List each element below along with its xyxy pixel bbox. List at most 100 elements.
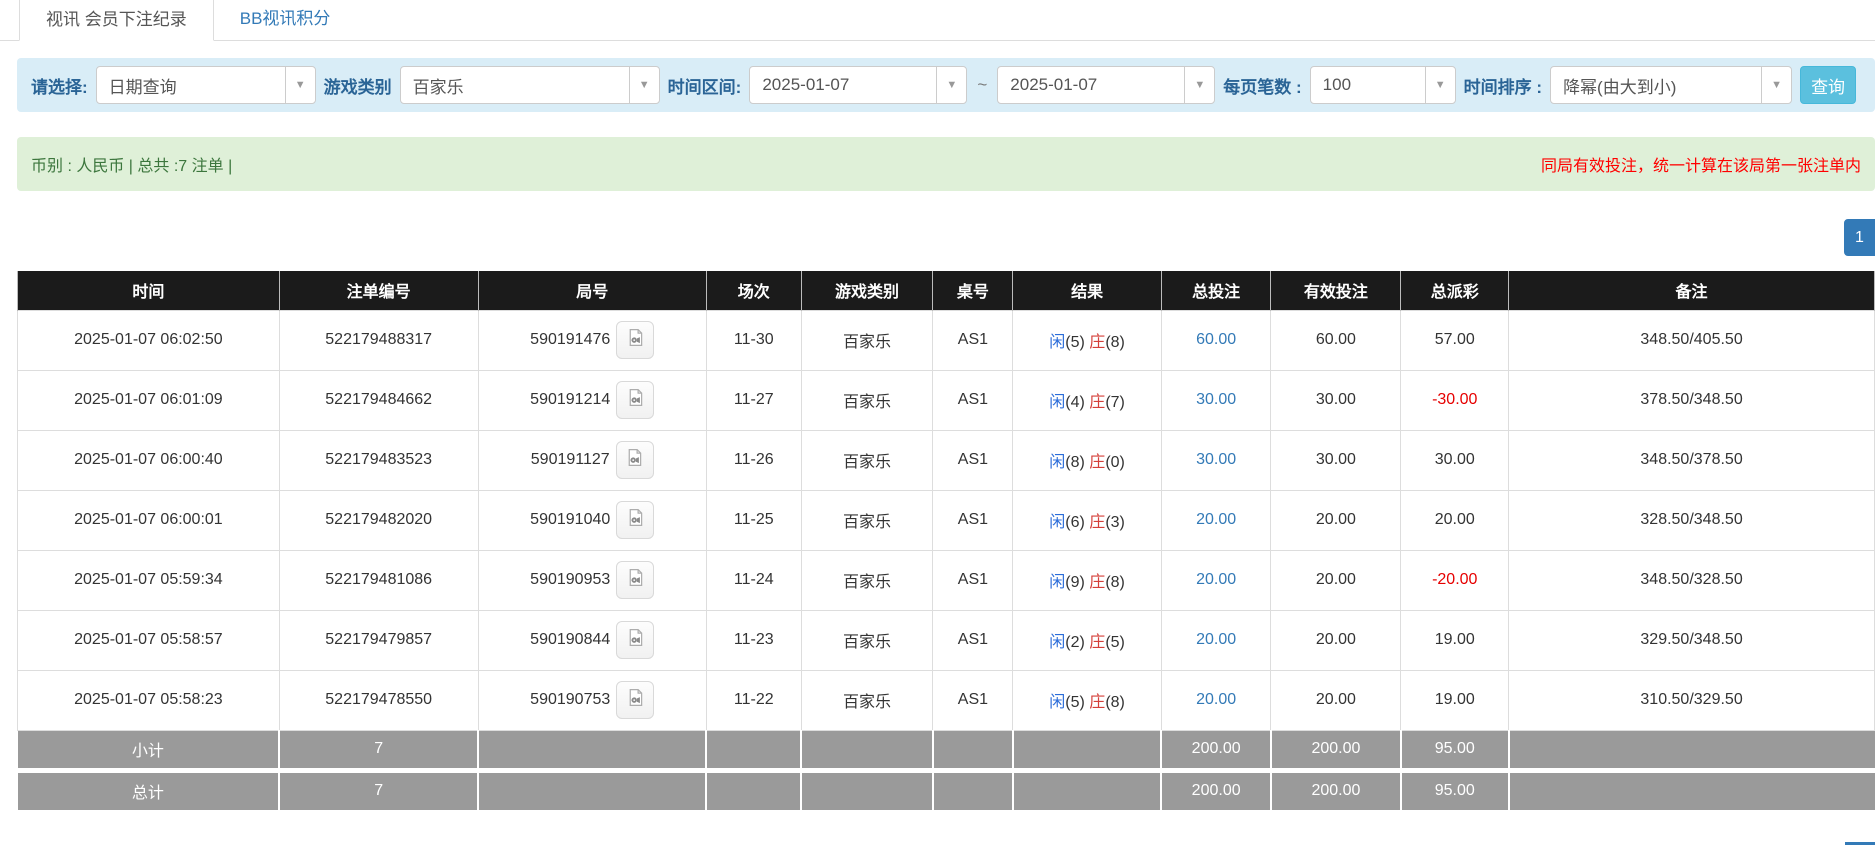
per-page-dropdown[interactable]: 100 ▼ bbox=[1310, 66, 1456, 104]
table-row: 2025-01-07 05:59:34522179481086590190953… bbox=[18, 550, 1875, 610]
cell-time: 2025-01-07 05:59:34 bbox=[18, 550, 280, 610]
round-id-wrap: 590191476 bbox=[530, 321, 654, 359]
search-button[interactable]: 查询 bbox=[1800, 66, 1856, 104]
empty bbox=[1013, 730, 1162, 770]
cell-valid-bet: 20.00 bbox=[1271, 670, 1401, 730]
chevron-down-icon: ▼ bbox=[1761, 67, 1791, 103]
cell-bet-id: 522179484662 bbox=[279, 370, 478, 430]
cell-bet-id: 522179478550 bbox=[279, 670, 478, 730]
cell-payout: 19.00 bbox=[1401, 610, 1509, 670]
total-label: 总计 bbox=[18, 770, 280, 810]
cell-result: 闲(5) 庄(8) bbox=[1013, 670, 1162, 730]
payout-value: -30.00 bbox=[1432, 391, 1477, 408]
query-type-dropdown[interactable]: 日期查询 ▼ bbox=[96, 66, 316, 104]
cell-valid-bet: 60.00 bbox=[1271, 310, 1401, 370]
video-replay-button[interactable] bbox=[616, 621, 654, 659]
tab-bb-video-points[interactable]: BB视讯积分 bbox=[214, 0, 357, 40]
total-bet-link[interactable]: 20.00 bbox=[1196, 511, 1236, 528]
cell-note: 378.50/348.50 bbox=[1509, 370, 1875, 430]
round-id: 590191476 bbox=[530, 331, 610, 349]
result-banker-label: 庄 bbox=[1089, 574, 1105, 591]
date-to-dropdown[interactable]: 2025-01-07 ▼ bbox=[997, 66, 1215, 104]
table-row: 2025-01-07 06:01:09522179484662590191214… bbox=[18, 370, 1875, 430]
payout-value: 19.00 bbox=[1435, 691, 1475, 708]
round-id-wrap: 590191127 bbox=[531, 441, 654, 479]
result-banker-score: (7) bbox=[1105, 394, 1125, 411]
total-bet-link[interactable]: 20.00 bbox=[1196, 691, 1236, 708]
video-file-icon bbox=[625, 627, 646, 653]
cell-valid-bet: 20.00 bbox=[1271, 610, 1401, 670]
page-1-button[interactable]: 1 bbox=[1844, 219, 1875, 256]
result-player-label: 闲 bbox=[1049, 514, 1065, 531]
table-row: 2025-01-07 06:02:50522179488317 590191476… bbox=[18, 310, 1875, 370]
game-category-dropdown[interactable]: 百家乐 ▼ bbox=[400, 66, 660, 104]
cell-game: 百家乐 bbox=[801, 430, 933, 490]
column-header: 有效投注 bbox=[1271, 271, 1401, 310]
total-bet-link[interactable]: 20.00 bbox=[1196, 571, 1236, 588]
cell-total-bet: 60.00 bbox=[1161, 310, 1271, 370]
cell-bet-id: 522179488317 bbox=[279, 310, 478, 370]
total-bet-link[interactable]: 60.00 bbox=[1196, 331, 1236, 348]
cell-note: 310.50/329.50 bbox=[1509, 670, 1875, 730]
cell-note: 348.50/405.50 bbox=[1509, 310, 1875, 370]
cell-time: 2025-01-07 06:02:50 bbox=[18, 310, 280, 370]
cell-table-no: AS1 bbox=[933, 310, 1013, 370]
same-round-note: 同局有效投注，统一计算在该局第一张注单内 bbox=[1541, 152, 1861, 176]
empty bbox=[706, 770, 801, 810]
video-replay-button[interactable] bbox=[616, 681, 654, 719]
total-bet-link[interactable]: 30.00 bbox=[1196, 391, 1236, 408]
cell-total-bet: 20.00 bbox=[1161, 610, 1271, 670]
table-row: 2025-01-07 06:00:01522179482020590191040… bbox=[18, 490, 1875, 550]
round-id: 590191127 bbox=[531, 451, 610, 469]
result-banker-label: 庄 bbox=[1089, 694, 1105, 711]
cell-table-no: AS1 bbox=[933, 670, 1013, 730]
page: 视讯 会员下注纪录 BB视讯积分 请选择: 日期查询 ▼ 游戏类别 百家乐 ▼ … bbox=[0, 0, 1875, 845]
cell-game: 百家乐 bbox=[801, 550, 933, 610]
tab-video-bet-records[interactable]: 视讯 会员下注纪录 bbox=[19, 0, 214, 41]
table-row: 2025-01-07 05:58:57522179479857590190844… bbox=[18, 610, 1875, 670]
payout-value: -20.00 bbox=[1432, 571, 1477, 588]
cell-time: 2025-01-07 05:58:23 bbox=[18, 670, 280, 730]
cell-note: 328.50/348.50 bbox=[1509, 490, 1875, 550]
time-range-label: 时间区间: bbox=[668, 73, 742, 98]
empty bbox=[478, 770, 706, 810]
video-file-icon bbox=[625, 687, 646, 713]
cell-total-bet: 20.00 bbox=[1161, 670, 1271, 730]
cell-result: 闲(5) 庄(8) bbox=[1013, 310, 1162, 370]
cell-total-bet: 30.00 bbox=[1161, 430, 1271, 490]
total-bet-link[interactable]: 20.00 bbox=[1196, 631, 1236, 648]
per-page-label: 每页笔数 : bbox=[1223, 73, 1301, 98]
video-replay-button[interactable] bbox=[616, 561, 654, 599]
empty bbox=[801, 730, 933, 770]
cell-round: 590191040 bbox=[478, 490, 706, 550]
summary-bar: 币别 : 人民币 | 总共 :7 注单 | 同局有效投注，统一计算在该局第一张注… bbox=[17, 137, 1875, 191]
result-banker-score: (8) bbox=[1105, 334, 1125, 351]
cell-payout: 57.00 bbox=[1401, 310, 1509, 370]
cell-session: 11-26 bbox=[706, 430, 801, 490]
cell-payout: -20.00 bbox=[1401, 550, 1509, 610]
video-replay-button[interactable] bbox=[616, 501, 654, 539]
total-bet-link[interactable]: 30.00 bbox=[1196, 451, 1236, 468]
round-id-wrap: 590190753 bbox=[530, 681, 654, 719]
range-tilde: ~ bbox=[975, 75, 989, 95]
table-row: 2025-01-07 06:00:40522179483523590191127… bbox=[18, 430, 1875, 490]
table-header-row: 时间注单编号局号场次游戏类别桌号结果总投注有效投注总派彩备注 bbox=[18, 271, 1875, 310]
column-header: 局号 bbox=[478, 271, 706, 310]
column-header: 游戏类别 bbox=[801, 271, 933, 310]
cell-table-no: AS1 bbox=[933, 610, 1013, 670]
chevron-down-icon: ▼ bbox=[629, 67, 659, 103]
result-banker-label: 庄 bbox=[1089, 514, 1105, 531]
game-category-value: 百家乐 bbox=[401, 67, 629, 103]
cell-time: 2025-01-07 06:00:40 bbox=[18, 430, 280, 490]
result-player-score: (8) bbox=[1065, 454, 1089, 471]
round-id-wrap: 590191214 bbox=[530, 381, 654, 419]
cell-note: 348.50/378.50 bbox=[1509, 430, 1875, 490]
time-sort-dropdown[interactable]: 降幂(由大到小) ▼ bbox=[1550, 66, 1792, 104]
round-id-wrap: 590190953 bbox=[530, 561, 654, 599]
video-replay-button[interactable] bbox=[616, 441, 654, 479]
video-replay-button[interactable] bbox=[616, 321, 654, 359]
result-banker-score: (5) bbox=[1105, 634, 1125, 651]
date-from-dropdown[interactable]: 2025-01-07 ▼ bbox=[749, 66, 967, 104]
cell-session: 11-25 bbox=[706, 490, 801, 550]
video-replay-button[interactable] bbox=[616, 381, 654, 419]
